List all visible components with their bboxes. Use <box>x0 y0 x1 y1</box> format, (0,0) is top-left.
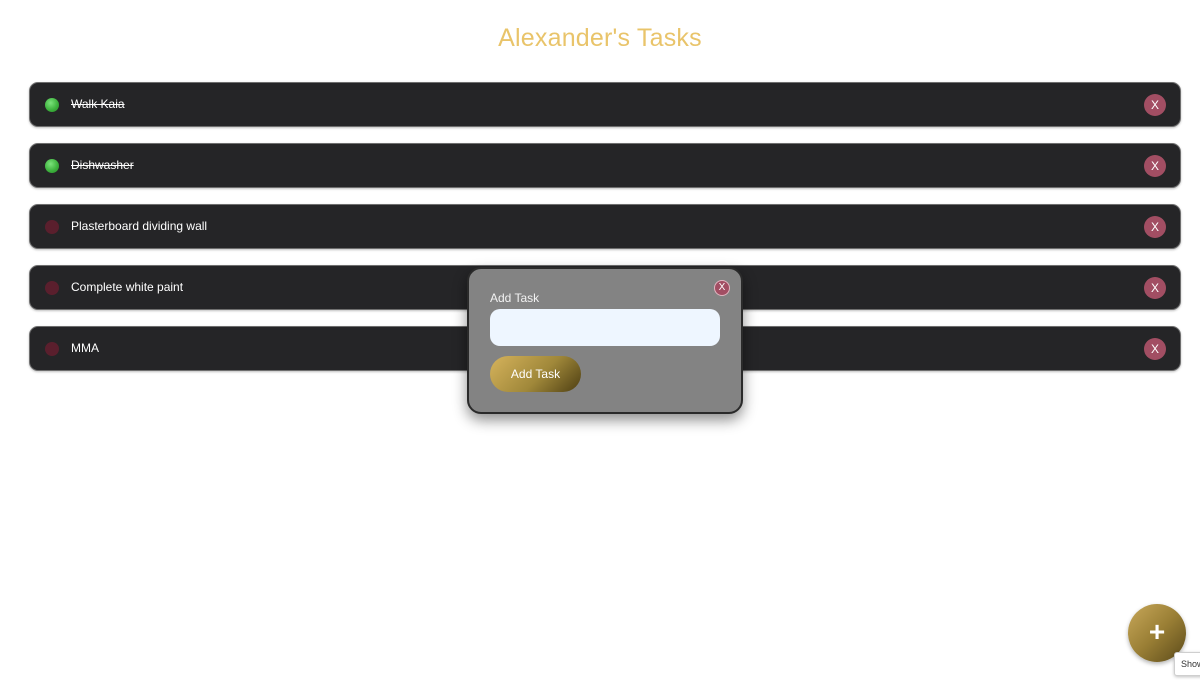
task-label: Plasterboard dividing wall <box>71 219 208 233</box>
task-label: Walk Kaia <box>71 97 125 111</box>
completed-status-icon[interactable] <box>45 98 59 112</box>
add-task-modal: X Add Task Add Task <box>467 267 743 414</box>
pending-status-icon[interactable] <box>45 281 59 295</box>
close-modal-button[interactable]: X <box>714 280 730 296</box>
task-label: Dishwasher <box>71 158 134 172</box>
pending-status-icon[interactable] <box>45 220 59 234</box>
tasks-page: Alexander's Tasks Walk Kaia X Dishwasher… <box>0 0 1200 680</box>
task-input[interactable] <box>490 309 720 346</box>
delete-task-button[interactable]: X <box>1144 338 1166 360</box>
pending-status-icon[interactable] <box>45 342 59 356</box>
show-tooltip[interactable]: Show <box>1174 652 1200 676</box>
task-item: Walk Kaia X <box>29 82 1181 127</box>
page-title: Alexander's Tasks <box>498 24 702 52</box>
task-label: MMA <box>71 341 99 355</box>
task-item: Dishwasher X <box>29 143 1181 188</box>
completed-status-icon[interactable] <box>45 159 59 173</box>
add-task-field-label: Add Task <box>490 291 540 305</box>
task-item: Plasterboard dividing wall X <box>29 204 1181 249</box>
delete-task-button[interactable]: X <box>1144 94 1166 116</box>
delete-task-button[interactable]: X <box>1144 277 1166 299</box>
delete-task-button[interactable]: X <box>1144 155 1166 177</box>
plus-icon: + <box>1148 616 1166 647</box>
add-task-button[interactable]: Add Task <box>490 356 581 392</box>
task-label: Complete white paint <box>71 280 184 294</box>
delete-task-button[interactable]: X <box>1144 216 1166 238</box>
